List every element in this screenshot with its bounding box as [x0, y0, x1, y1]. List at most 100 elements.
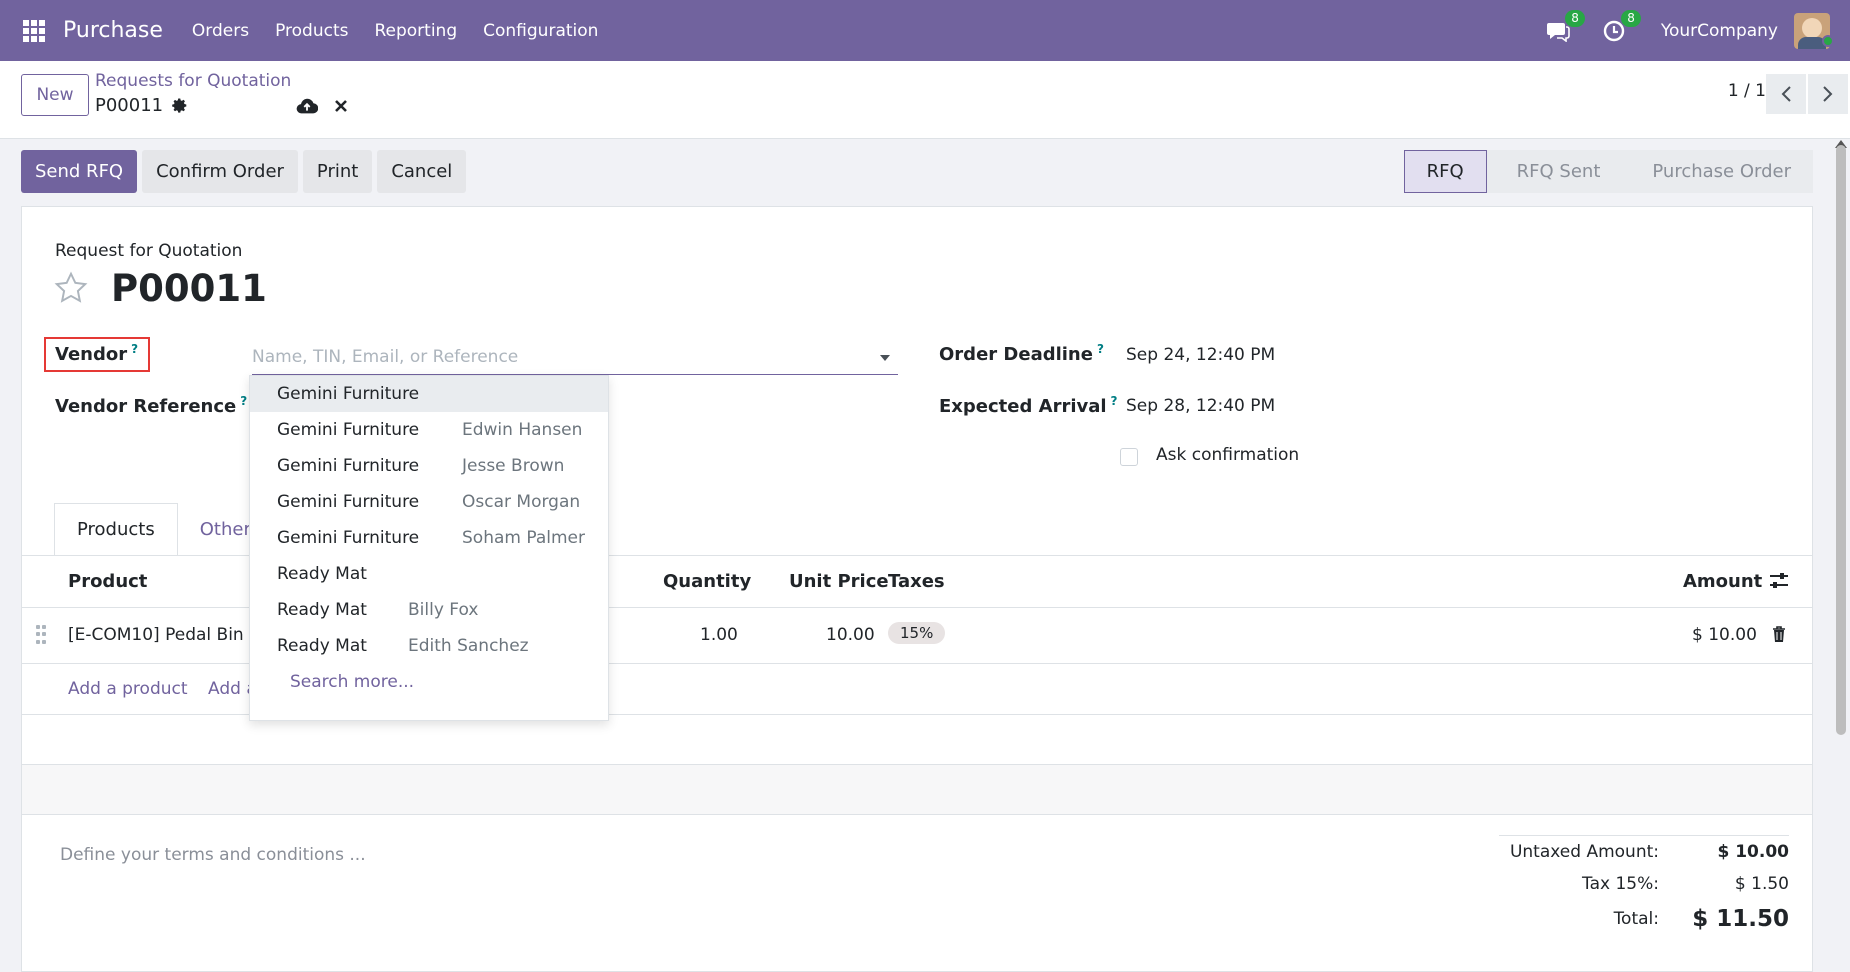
breadcrumb-parent[interactable]: Requests for Quotation	[95, 71, 291, 91]
stage-rfq-sent[interactable]: RFQ Sent	[1486, 150, 1623, 193]
menu-reporting[interactable]: Reporting	[361, 21, 470, 41]
vendor-option-contact: Billy Fox	[408, 600, 479, 620]
vendor-option-contact: Edith Sanchez	[408, 636, 529, 656]
document-type-label: Request for Quotation	[55, 241, 243, 261]
caret-down-icon[interactable]	[880, 355, 890, 361]
tab-products[interactable]: Products	[54, 503, 178, 556]
activities-badge: 8	[1621, 9, 1641, 27]
messages-button[interactable]: 8	[1543, 9, 1585, 46]
vendor-help-icon[interactable]: ?	[131, 342, 138, 356]
cloud-save-icon[interactable]	[296, 97, 318, 115]
column-amount[interactable]: Amount	[1683, 571, 1762, 592]
column-settings-icon[interactable]	[1769, 572, 1789, 590]
order-deadline-label: Order Deadline?	[939, 342, 1104, 365]
apps-menu-icon[interactable]	[23, 19, 45, 42]
tax-row: Tax 15%: $ 1.50	[1499, 868, 1789, 900]
vendor-option-name: Ready Mat	[277, 564, 367, 584]
column-product[interactable]: Product	[68, 571, 147, 592]
vendor-option[interactable]: Gemini Furniture Jesse Brown	[250, 448, 608, 484]
cancel-button[interactable]: Cancel	[377, 150, 467, 193]
vendor-option-name: Ready Mat	[277, 600, 367, 620]
add-product-link[interactable]: Add a product	[68, 679, 188, 699]
vendor-option-name: Gemini Furniture	[277, 384, 420, 404]
pager-previous-button[interactable]	[1766, 74, 1806, 114]
ask-confirmation-checkbox[interactable]	[1120, 448, 1138, 466]
vendor-option[interactable]: Ready Mat	[250, 556, 608, 592]
activities-button[interactable]: 8	[1599, 9, 1641, 46]
pager-counter[interactable]: 1 / 1	[1728, 81, 1766, 101]
stage-rfq[interactable]: RFQ	[1403, 150, 1487, 193]
vendor-reference-label-text: Vendor Reference	[55, 396, 237, 417]
expected-arrival-field[interactable]: Sep 28, 12:40 PM	[1126, 396, 1275, 416]
page-title: P00011	[111, 267, 267, 310]
expected-arrival-help-icon[interactable]: ?	[1111, 394, 1118, 408]
vendor-option[interactable]: Gemini Furniture Soham Palmer	[250, 520, 608, 556]
search-more-link[interactable]: Search more...	[250, 664, 608, 700]
totals-summary: Untaxed Amount: $ 10.00 Tax 15%: $ 1.50 …	[1499, 835, 1789, 938]
online-status-icon	[1822, 35, 1834, 47]
vendor-autocomplete-dropdown: Gemini Furniture Gemini Furniture Edwin …	[249, 375, 609, 721]
vendor-option[interactable]: Ready Mat Edith Sanchez	[250, 628, 608, 664]
vendor-field[interactable]	[252, 339, 898, 375]
vendor-option[interactable]: Ready Mat Billy Fox	[250, 592, 608, 628]
order-deadline-field[interactable]: Sep 24, 12:40 PM	[1126, 345, 1275, 365]
send-rfq-button[interactable]: Send RFQ	[21, 150, 138, 193]
order-deadline-label-text: Order Deadline	[939, 344, 1093, 365]
star-icon[interactable]	[53, 270, 89, 306]
control-panel: New Requests for Quotation P00011 1 / 1	[0, 61, 1850, 139]
row-tax-tag[interactable]: 15%	[888, 622, 946, 644]
drag-handle-icon[interactable]	[36, 625, 46, 645]
company-switcher[interactable]: YourCompany	[1661, 21, 1778, 41]
terms-and-conditions-field[interactable]: Define your terms and conditions ...	[60, 845, 366, 865]
top-navbar: Purchase Orders Products Reporting Confi…	[0, 0, 1850, 61]
vendor-option-name: Gemini Furniture	[277, 456, 420, 476]
vendor-option[interactable]: Gemini Furniture Oscar Morgan	[250, 484, 608, 520]
vendor-option-name: Ready Mat	[277, 636, 367, 656]
vendor-option-name: Gemini Furniture	[277, 420, 420, 440]
total-row: Total: $ 11.50	[1499, 900, 1789, 938]
main-menu: Orders Products Reporting Configuration	[179, 21, 612, 41]
stage-indicator: RFQ RFQ Sent Purchase Order	[1403, 150, 1813, 193]
stage-purchase-order[interactable]: Purchase Order	[1622, 150, 1813, 193]
new-button[interactable]: New	[21, 74, 89, 116]
vendor-option-contact: Soham Palmer	[462, 528, 585, 548]
menu-orders[interactable]: Orders	[179, 21, 262, 41]
row-quantity[interactable]: 1.00	[700, 625, 738, 645]
row-product[interactable]: [E-COM10] Pedal Bin	[68, 625, 244, 645]
tax-label: Tax 15%:	[1582, 874, 1659, 894]
row-unit-price[interactable]: 10.00	[826, 625, 875, 645]
untaxed-amount-value: $ 10.00	[1717, 842, 1789, 862]
confirm-order-button[interactable]: Confirm Order	[142, 150, 298, 193]
vendor-input[interactable]	[252, 346, 852, 367]
vendor-option[interactable]: Gemini Furniture Edwin Hansen	[250, 412, 608, 448]
vendor-reference-help-icon[interactable]: ?	[240, 394, 247, 408]
menu-products[interactable]: Products	[262, 21, 361, 41]
untaxed-amount-row: Untaxed Amount: $ 10.00	[1499, 836, 1789, 868]
discard-icon[interactable]	[334, 99, 348, 113]
pager-next-button[interactable]	[1808, 74, 1848, 114]
expected-arrival-label: Expected Arrival?	[939, 394, 1118, 417]
column-quantity[interactable]: Quantity	[663, 571, 751, 592]
form-statusbar: Send RFQ Confirm Order Print Cancel RFQ …	[21, 150, 1813, 193]
vendor-option-name: Gemini Furniture	[277, 492, 420, 512]
total-value: $ 11.50	[1692, 906, 1789, 932]
gear-icon[interactable]	[171, 97, 188, 114]
vendor-option[interactable]: Gemini Furniture	[250, 376, 608, 412]
page-scrollbar[interactable]	[1836, 145, 1846, 735]
empty-row	[22, 765, 1812, 815]
column-unit-price[interactable]: Unit Price	[789, 571, 889, 592]
tax-value: $ 1.50	[1734, 874, 1789, 894]
navbar-systray: 8 8 YourCompany	[1543, 0, 1850, 61]
ask-confirmation-label: Ask confirmation	[1156, 445, 1300, 465]
column-taxes[interactable]: Taxes	[888, 571, 945, 592]
menu-configuration[interactable]: Configuration	[470, 21, 611, 41]
order-deadline-help-icon[interactable]: ?	[1097, 342, 1104, 356]
untaxed-amount-label: Untaxed Amount:	[1509, 842, 1659, 862]
app-brand[interactable]: Purchase	[63, 18, 163, 43]
vendor-option-name: Gemini Furniture	[277, 528, 420, 548]
print-button[interactable]: Print	[302, 150, 373, 193]
trash-icon[interactable]	[1772, 626, 1786, 643]
expected-arrival-label-text: Expected Arrival	[939, 396, 1107, 417]
chevron-left-icon	[1781, 86, 1791, 102]
breadcrumb-current-label: P00011	[95, 95, 164, 116]
